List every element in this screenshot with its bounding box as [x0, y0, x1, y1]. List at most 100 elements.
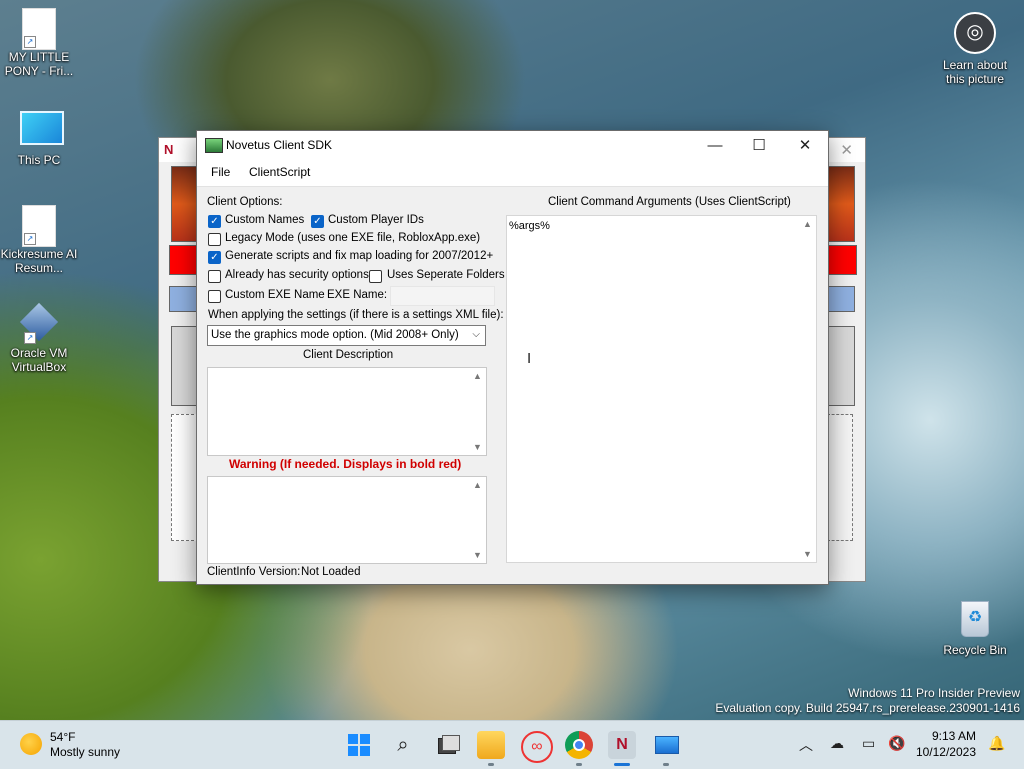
- client-description-textbox[interactable]: ▲ ▼: [207, 367, 487, 456]
- windows-watermark-line2: Evaluation copy. Build 25947.rs_prerelea…: [715, 701, 1020, 715]
- custom-player-ids-label[interactable]: Custom Player IDs: [328, 214, 424, 226]
- remote-desktop-icon[interactable]: [652, 731, 680, 759]
- background-red-button: [827, 245, 857, 275]
- sun-icon: [20, 733, 42, 755]
- generate-scripts-label[interactable]: Generate scripts and fix map loading for…: [225, 250, 493, 262]
- clock[interactable]: 9:13 AM 10/12/2023: [914, 729, 976, 759]
- shortcut-arrow-icon: ↗: [24, 332, 36, 344]
- menu-file[interactable]: File: [211, 165, 230, 179]
- shortcut-arrow-icon: ↗: [24, 36, 36, 48]
- desktop-icon-kickresume[interactable]: ↗ Kickresume AI Resum...: [0, 205, 78, 275]
- exe-name-input[interactable]: [390, 286, 495, 306]
- desktop-icon-learn-picture[interactable]: ◎ Learn about this picture: [936, 12, 1014, 86]
- monitor-icon: [20, 111, 64, 145]
- background-gray-panel: [171, 326, 199, 406]
- custom-player-ids-checkbox[interactable]: ✓: [311, 215, 324, 228]
- scroll-up-icon[interactable]: ▲: [799, 219, 816, 229]
- background-banner: [827, 166, 855, 242]
- novetus-taskbar-icon[interactable]: N: [608, 731, 636, 759]
- clientinfo-version-label: ClientInfo Version:: [207, 566, 301, 578]
- task-view-icon[interactable]: [433, 731, 461, 759]
- camera-icon: ◎: [954, 12, 996, 54]
- chrome-indicator: [576, 763, 582, 766]
- chevron-up-icon[interactable]: ︿: [799, 735, 813, 755]
- app-icon: [205, 138, 223, 153]
- generate-scripts-checkbox[interactable]: ✓: [208, 251, 221, 264]
- scroll-up-icon[interactable]: ▲: [469, 480, 486, 490]
- security-options-label[interactable]: Already has security options: [225, 269, 369, 281]
- scroll-down-icon[interactable]: ▼: [469, 442, 486, 452]
- command-args-scrollbar[interactable]: ▲ ▼: [799, 216, 816, 562]
- app-swirl-icon[interactable]: ∞: [521, 731, 553, 763]
- volume-muted-icon[interactable]: 🔇: [888, 735, 905, 752]
- scroll-down-icon[interactable]: ▼: [799, 549, 816, 559]
- start-button[interactable]: [345, 731, 373, 759]
- client-description-label: Client Description: [303, 349, 394, 361]
- desktop-icon-recycle-bin[interactable]: ♻ Recycle Bin: [936, 597, 1014, 657]
- weather-temp: 54°F: [50, 730, 76, 744]
- command-args-textbox[interactable]: %args% ▲ ▼: [506, 215, 817, 563]
- desktop-icon-virtualbox[interactable]: ↗ Oracle VM VirtualBox: [0, 302, 78, 374]
- close-button[interactable]: ✕: [782, 131, 828, 160]
- warning-textbox[interactable]: ▲ ▼: [207, 476, 487, 564]
- separate-folders-label[interactable]: Uses Seperate Folders: [387, 269, 505, 281]
- custom-exe-label[interactable]: Custom EXE Name: [225, 289, 325, 301]
- clock-date: 10/12/2023: [915, 745, 976, 759]
- scroll-up-icon[interactable]: ▲: [469, 371, 486, 381]
- minimize-button[interactable]: —: [692, 131, 738, 160]
- background-blue-bar: [169, 286, 199, 312]
- security-options-checkbox[interactable]: [208, 270, 221, 283]
- background-blue-bar: [827, 286, 855, 312]
- text-cursor-icon: I: [527, 350, 532, 367]
- remote-desktop-indicator: [663, 763, 669, 766]
- legacy-mode-label[interactable]: Legacy Mode (uses one EXE file, RobloxAp…: [225, 232, 480, 244]
- custom-names-checkbox[interactable]: ✓: [208, 215, 221, 228]
- warning-scrollbar[interactable]: ▲ ▼: [469, 477, 486, 563]
- clientinfo-version-value: Not Loaded: [301, 566, 361, 578]
- file-explorer-icon[interactable]: [477, 731, 505, 759]
- command-args-label: Client Command Arguments (Uses ClientScr…: [548, 196, 791, 208]
- clock-time: 9:13 AM: [931, 729, 976, 743]
- desktop-icon-label: Kickresume AI Resum...: [0, 247, 78, 275]
- notification-bell-icon[interactable]: 🔔: [988, 735, 1005, 752]
- desktop-icon-label: Oracle VM VirtualBox: [10, 346, 68, 374]
- file-explorer-indicator: [488, 763, 494, 766]
- background-red-button: [169, 245, 199, 275]
- warning-label: Warning (If needed. Displays in bold red…: [229, 457, 462, 471]
- custom-names-label[interactable]: Custom Names: [225, 214, 304, 226]
- desktop-icon-this-pc[interactable]: This PC: [0, 106, 78, 167]
- scroll-down-icon[interactable]: ▼: [469, 550, 486, 560]
- separate-folders-checkbox[interactable]: [369, 270, 382, 283]
- recycle-bin-icon: ♻: [961, 601, 989, 637]
- background-banner: [171, 166, 199, 242]
- search-icon[interactable]: ⌕: [389, 731, 417, 759]
- desktop-icon-label: This PC: [17, 153, 61, 167]
- graphics-mode-dropdown[interactable]: Use the graphics mode option. (Mid 2008+…: [207, 325, 486, 346]
- window-titlebar[interactable]: Novetus Client SDK — ☐ ✕: [197, 131, 828, 160]
- novetus-client-sdk-window[interactable]: Novetus Client SDK — ☐ ✕ File ClientScri…: [196, 130, 829, 585]
- windows-logo-icon: [348, 734, 370, 756]
- client-description-scrollbar[interactable]: ▲ ▼: [469, 368, 486, 455]
- chrome-icon[interactable]: [565, 731, 593, 759]
- desktop-icon-mlp[interactable]: ↗ MY LITTLE PONY - Fri...: [0, 8, 78, 78]
- menu-clientscript[interactable]: ClientScript: [249, 165, 310, 179]
- command-args-value: %args%: [509, 220, 550, 232]
- windows-watermark-line1: Windows 11 Pro Insider Preview: [848, 686, 1020, 700]
- legacy-mode-checkbox[interactable]: [208, 233, 221, 246]
- novetus-logo-icon: N: [164, 142, 174, 157]
- desktop-icon-label: Learn about this picture: [942, 58, 1008, 86]
- network-cloud-icon[interactable]: ☁: [830, 735, 844, 752]
- background-gray-panel: [827, 326, 855, 406]
- chevron-down-icon: ⌵: [472, 329, 480, 340]
- custom-exe-checkbox[interactable]: [208, 290, 221, 303]
- weather-desc: Mostly sunny: [50, 745, 121, 759]
- settings-label: When applying the settings (if there is …: [208, 309, 504, 321]
- shortcut-arrow-icon: ↗: [24, 233, 36, 245]
- close-icon[interactable]: ✕: [840, 141, 853, 159]
- display-icon[interactable]: ▭: [862, 735, 875, 752]
- window-title: Novetus Client SDK: [226, 138, 333, 152]
- maximize-button[interactable]: ☐: [736, 131, 782, 160]
- weather-widget[interactable]: 54°F Mostly sunny: [18, 729, 138, 763]
- background-log-panel: [171, 414, 199, 541]
- exe-name-label: EXE Name:: [327, 289, 388, 301]
